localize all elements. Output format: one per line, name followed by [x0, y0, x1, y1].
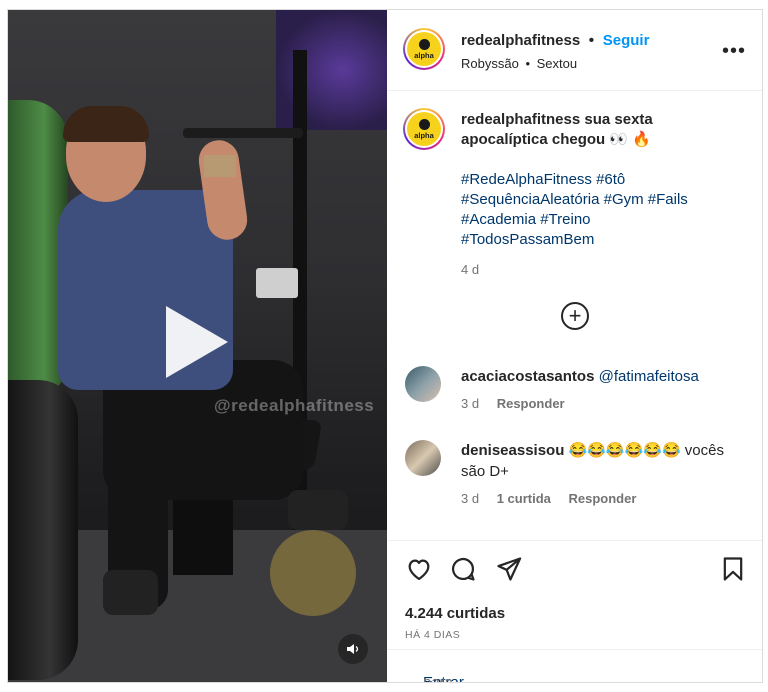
- likes-count[interactable]: 4.244 curtidas: [405, 605, 505, 622]
- caption-avatar-text: alpha: [414, 130, 434, 140]
- video-person-hair: [63, 106, 149, 142]
- bookmark-icon[interactable]: [719, 555, 747, 583]
- comment-likes[interactable]: 1 curtida: [497, 491, 551, 506]
- avatar-text: alpha: [414, 50, 434, 60]
- video-person-shoe-right: [288, 490, 348, 530]
- comment: deniseassisou 😂😂😂😂😂😂 vocês são D+ 3 d 1 …: [461, 440, 746, 509]
- video-wrist-wrap: [204, 155, 236, 177]
- action-bar: 4.244 curtidas HÁ 4 DIAS Entrar para cur…: [387, 540, 762, 683]
- caption-username[interactable]: redealphafitness: [461, 111, 580, 128]
- heart-icon[interactable]: [405, 555, 433, 583]
- more-options-button[interactable]: •••: [722, 41, 746, 61]
- comment-username[interactable]: deniseassisou: [461, 442, 564, 459]
- header-dot: •: [588, 32, 595, 49]
- header-subtitle: Robyssão • Sextou: [461, 56, 577, 71]
- comment-time: 3 d: [461, 491, 480, 506]
- caption: redealphafitness sua sexta apocalíptica …: [461, 110, 746, 280]
- share-icon[interactable]: [495, 555, 523, 583]
- speaker-icon: [347, 644, 359, 654]
- video-weight-plates-lower: [8, 380, 78, 680]
- hashtag-line[interactable]: #RedeAlphaFitness #6tô: [461, 170, 746, 190]
- alpha-logo-icon: [418, 38, 430, 50]
- comment-avatar[interactable]: [405, 366, 441, 402]
- instagram-embed: @redealphafitness alpha redealphafitness: [7, 9, 763, 683]
- play-icon[interactable]: [166, 306, 228, 378]
- hashtag-line[interactable]: #Academia #Treino: [461, 210, 746, 230]
- alpha-logo-icon: [418, 118, 430, 130]
- hashtags: #RedeAlphaFitness #6tô #SequênciaAleatór…: [461, 170, 746, 250]
- subtitle-dot: •: [525, 56, 530, 71]
- video-person-shoe: [103, 570, 158, 615]
- comment-mention[interactable]: @fatimafeitosa: [599, 368, 699, 385]
- comment-avatar[interactable]: [405, 440, 441, 476]
- comment-time: 3 d: [461, 396, 480, 411]
- comment-icon[interactable]: [449, 555, 477, 583]
- video-watermark: @redealphafitness: [214, 396, 375, 415]
- comment-username[interactable]: acaciacostasantos: [461, 368, 594, 385]
- sound-button[interactable]: [338, 634, 368, 664]
- header-username[interactable]: redealphafitness: [461, 32, 580, 49]
- video-machine-handle: [183, 128, 303, 138]
- post-date: HÁ 4 DIAS: [405, 629, 461, 641]
- caption-time: 4 d: [461, 262, 480, 277]
- audio-link[interactable]: Robyssão: [461, 56, 519, 71]
- location-link[interactable]: Sextou: [537, 56, 577, 71]
- hashtag-line[interactable]: #SequênciaAleatória #Gym #Fails: [461, 190, 746, 210]
- caption-avatar[interactable]: alpha: [403, 108, 445, 150]
- follow-button[interactable]: Seguir: [603, 32, 650, 49]
- post-video[interactable]: @redealphafitness: [8, 10, 387, 682]
- load-more-comments-icon[interactable]: +: [561, 302, 589, 330]
- login-prompt-text: para curtir ou comentar.: [423, 674, 454, 683]
- video-watermark-logo: [270, 530, 356, 616]
- hashtag-line[interactable]: #TodosPassamBem: [461, 230, 746, 250]
- post-header: alpha redealphafitness • Seguir Robyssão…: [387, 10, 762, 91]
- profile-avatar[interactable]: alpha: [403, 28, 445, 70]
- video-wall-outlet: [256, 268, 298, 298]
- login-prompt: Entrar para curtir ou comentar.: [387, 649, 762, 683]
- reply-button[interactable]: Responder: [497, 396, 565, 411]
- reply-button[interactable]: Responder: [569, 491, 637, 506]
- post-sidebar: alpha redealphafitness • Seguir Robyssão…: [387, 10, 762, 682]
- comment: acaciacostasantos @fatimafeitosa 3 d Res…: [461, 366, 746, 414]
- header-title-row: redealphafitness • Seguir: [461, 32, 649, 50]
